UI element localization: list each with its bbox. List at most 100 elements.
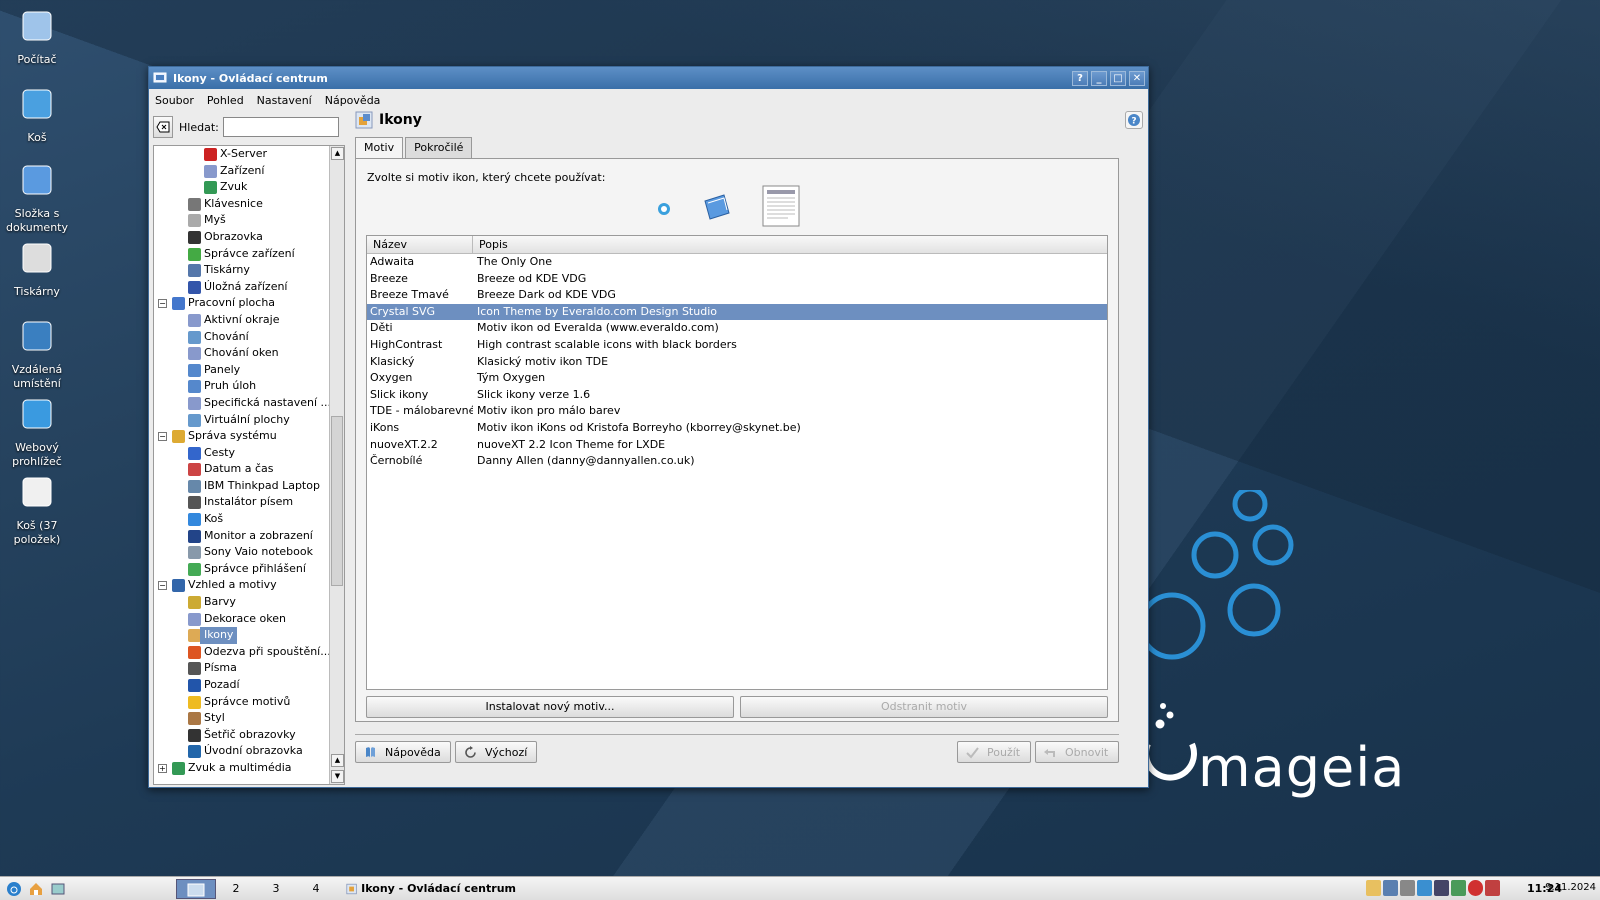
theme-row[interactable]: Černobílé Danny Allen (danny@dannyallen.c…: [367, 453, 1107, 470]
tree-item[interactable]: Správce přihlášení: [154, 561, 344, 578]
window-minimize-button[interactable]: _: [1091, 70, 1107, 86]
clear-search-button[interactable]: [153, 116, 173, 138]
update-tray-icon[interactable]: [1417, 880, 1432, 896]
scroll-down-icon[interactable]: ▼: [331, 770, 344, 783]
tree-item[interactable]: Panely: [154, 362, 344, 379]
reset-button[interactable]: Obnovit: [1035, 741, 1119, 763]
home-icon[interactable]: [28, 881, 44, 897]
clipboard-tray-icon[interactable]: [1366, 880, 1381, 896]
tree-item[interactable]: Ikony: [154, 627, 344, 644]
desktop-icon[interactable]: Složka s dokumenty: [4, 162, 70, 235]
collapse-icon[interactable]: −: [158, 299, 167, 309]
tree-item[interactable]: Aktivní okraje: [154, 312, 344, 329]
theme-row[interactable]: TDE - málobarevné Motiv ikon pro málo bar…: [367, 403, 1107, 420]
theme-row[interactable]: Breeze Breeze od KDE VDG: [367, 271, 1107, 288]
tree-item[interactable]: Správce motivů: [154, 694, 344, 711]
tree-item[interactable]: Obrazovka: [154, 229, 344, 246]
theme-row[interactable]: Klasický Klasický motiv ikon TDE: [367, 354, 1107, 371]
tree-item[interactable]: Chování: [154, 329, 344, 346]
menu-nastaveni[interactable]: Nastavení: [257, 94, 312, 107]
menu-napoveda[interactable]: Nápověda: [325, 94, 381, 107]
tree-item[interactable]: Zvuk: [154, 179, 344, 196]
theme-row[interactable]: Breeze Tmavé Breeze Dark od KDE VDG: [367, 287, 1107, 304]
install-theme-button[interactable]: Instalovat nový motiv...: [366, 696, 734, 718]
tree-item[interactable]: Odezva při spouštění...: [154, 644, 344, 661]
mageia-menu-icon[interactable]: [6, 881, 22, 897]
tree-item[interactable]: Koš: [154, 511, 344, 528]
tree-item[interactable]: Monitor a zobrazení: [154, 528, 344, 545]
desktop-icon[interactable]: Vzdálená umístění: [4, 318, 70, 391]
display-tray-icon[interactable]: [1434, 880, 1449, 896]
tree-item[interactable]: Tiskárny: [154, 262, 344, 279]
window-help-button[interactable]: ?: [1072, 70, 1088, 86]
network-tray-icon[interactable]: [1383, 880, 1398, 896]
tree-item[interactable]: Chování oken: [154, 345, 344, 362]
tree-item[interactable]: + Zvuk a multimédia: [154, 760, 344, 777]
theme-list[interactable]: Název Popis Adwaita The Only One Breeze Bre…: [366, 235, 1108, 690]
tree-item[interactable]: − Vzhled a motivy: [154, 577, 344, 594]
window-maximize-button[interactable]: □: [1110, 70, 1126, 86]
remove-theme-button[interactable]: Odstranit motiv: [740, 696, 1108, 718]
tree-scrollbar[interactable]: ▲ ▲ ▼: [329, 146, 344, 784]
defaults-button[interactable]: Výchozí: [455, 741, 537, 763]
scroll-up-icon[interactable]: ▲: [331, 147, 344, 160]
tree-item[interactable]: Zařízení: [154, 163, 344, 180]
tree-item[interactable]: Písma: [154, 660, 344, 677]
tree-item[interactable]: Klávesnice: [154, 196, 344, 213]
tree-item[interactable]: − Správa systému: [154, 428, 344, 445]
collapse-icon[interactable]: −: [158, 432, 167, 442]
column-header-desc[interactable]: Popis: [473, 236, 1107, 253]
desktop-switch-2[interactable]: 2: [216, 879, 256, 899]
search-input[interactable]: [222, 117, 339, 137]
desktop-switch-4[interactable]: 4: [296, 879, 336, 899]
theme-row[interactable]: Děti Motiv ikon od Everalda (www.everaldo…: [367, 320, 1107, 337]
desktop-icon[interactable]: Počítač: [4, 8, 70, 67]
desktop-icon[interactable]: Koš: [4, 86, 70, 145]
help-button[interactable]: Nápověda: [355, 741, 451, 763]
desktop-switch-1[interactable]: [176, 878, 216, 899]
collapse-icon[interactable]: −: [158, 581, 167, 591]
expand-icon[interactable]: +: [158, 763, 167, 773]
tree-item[interactable]: Specifická nastavení ...: [154, 395, 344, 412]
control-center-window[interactable]: Ikony - Ovládací centrum ? _ □ ✕ Soubor …: [148, 66, 1149, 788]
tree-item[interactable]: Instalátor písem: [154, 494, 344, 511]
module-tree[interactable]: X-Server Zařízení Zvuk Klávesnice Myš Obrazov…: [153, 145, 345, 785]
tree-item[interactable]: Pruh úloh: [154, 378, 344, 395]
devices-tray-icon[interactable]: [1451, 880, 1466, 896]
taskbar-task-control-center[interactable]: Ikony - Ovládací centrum: [346, 879, 516, 899]
window-close-button[interactable]: ✕: [1129, 70, 1145, 86]
desktop-icon[interactable]: Webový prohlížeč: [4, 396, 70, 469]
alert-tray-icon[interactable]: [1468, 880, 1483, 896]
theme-row[interactable]: Slick ikony Slick ikony verze 1.6: [367, 387, 1107, 404]
tree-item[interactable]: Úvodní obrazovka: [154, 743, 344, 760]
keyboard-layout-tray-icon[interactable]: [1485, 880, 1500, 896]
volume-tray-icon[interactable]: [1400, 880, 1415, 896]
tree-item[interactable]: Datum a čas: [154, 461, 344, 478]
desktop-switch-3[interactable]: 3: [256, 879, 296, 899]
whats-this-button[interactable]: ?: [1125, 111, 1143, 129]
theme-row[interactable]: Oxygen Tým Oxygen: [367, 370, 1107, 387]
file-manager-icon[interactable]: [50, 881, 66, 897]
desktop-icon[interactable]: Tiskárny: [4, 240, 70, 299]
theme-row[interactable]: Crystal SVG Icon Theme by Everaldo.com De…: [367, 303, 1107, 321]
tree-item[interactable]: Sony Vaio notebook: [154, 544, 344, 561]
scroll-down-icon[interactable]: ▲: [331, 754, 344, 767]
tree-item[interactable]: Šetřič obrazovky: [154, 727, 344, 744]
menu-soubor[interactable]: Soubor: [155, 94, 194, 107]
menu-pohled[interactable]: Pohled: [207, 94, 244, 107]
tab-motiv[interactable]: Motiv: [355, 137, 404, 159]
tree-item[interactable]: Dekorace oken: [154, 611, 344, 628]
desktop-icon[interactable]: Koš (37 položek): [4, 474, 70, 547]
tree-item[interactable]: Úložná zařízení: [154, 279, 344, 296]
scroll-thumb[interactable]: [331, 416, 343, 586]
column-header-name[interactable]: Název: [367, 236, 473, 253]
tree-item[interactable]: Barvy: [154, 594, 344, 611]
tree-item[interactable]: − Pracovní plocha: [154, 295, 344, 312]
tree-item[interactable]: Správce zařízení: [154, 246, 344, 263]
theme-row[interactable]: iKons Motiv ikon iKons od Kristofa Borrey…: [367, 420, 1107, 437]
apply-button[interactable]: Použít: [957, 741, 1031, 763]
tab-pokrocile[interactable]: Pokročilé: [405, 137, 473, 159]
tree-item[interactable]: X-Server: [154, 146, 344, 163]
tree-item[interactable]: Virtuální plochy: [154, 412, 344, 429]
tree-item[interactable]: Cesty: [154, 445, 344, 462]
